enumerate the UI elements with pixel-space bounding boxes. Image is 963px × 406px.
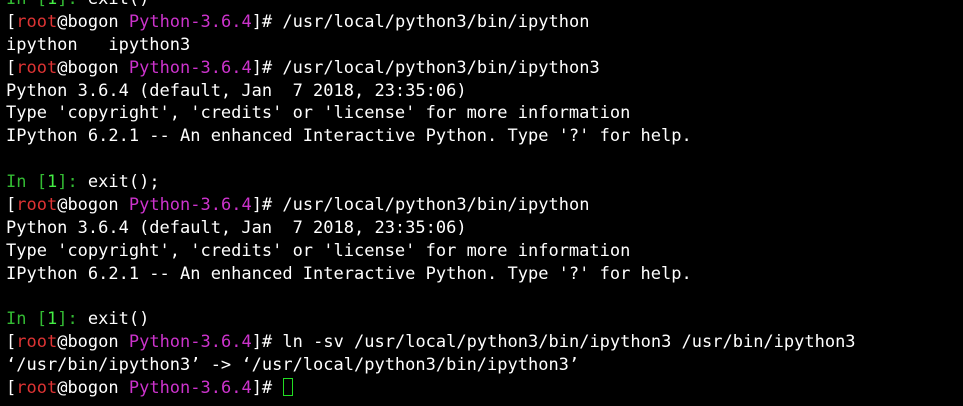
terminal-text-user: root	[16, 332, 58, 353]
terminal-text-text: ‘/usr/bin/ipython3’ -> ‘/usr/local/pytho…	[6, 355, 580, 376]
terminal-text-in_number: 1	[47, 0, 57, 9]
terminal-text-text: Type 'copyright', 'credits' or 'license'…	[6, 103, 631, 124]
terminal-text-path: Python-3.6.4	[128, 378, 252, 399]
terminal-text-user: root	[16, 11, 58, 32]
terminal-text-text: @bogon	[57, 195, 129, 216]
shell-prompt-line: [root@bogon Python-3.6.4]# /usr/local/py…	[6, 11, 963, 34]
terminal-text-text: @bogon	[57, 332, 129, 353]
terminal-text-user: root	[16, 57, 58, 78]
terminal-text-text: ]#	[251, 378, 283, 399]
terminal-text-text: ]# /usr/local/python3/bin/ipython	[251, 11, 590, 32]
ipython-prompt-line: In [1]: exit()	[6, 308, 963, 331]
terminal-text-in_number: 1	[46, 172, 58, 193]
output-line: Python 3.6.4 (default, Jan 7 2018, 23:35…	[6, 217, 963, 240]
terminal-text-text: Type 'copyright', 'credits' or 'license'…	[6, 240, 631, 261]
terminal-text-text: ipython ipython3	[6, 34, 191, 55]
terminal-text-text: exit()	[87, 309, 150, 330]
terminal-text-path: Python-3.6.4	[128, 11, 252, 32]
terminal-text-path: Python-3.6.4	[128, 332, 252, 353]
terminal-text-in_prompt: In [	[6, 309, 47, 330]
terminal-text-in_number: 1	[46, 309, 58, 330]
output-line: ‘/usr/bin/ipython3’ -> ‘/usr/local/pytho…	[6, 354, 963, 377]
terminal-text-text: [	[6, 57, 17, 78]
terminal-text-text: ]# /usr/local/python3/bin/ipython3	[251, 57, 600, 78]
terminal-text-text: [	[6, 195, 17, 216]
ipython-prompt-line: In [1]: exit()	[6, 0, 963, 11]
terminal-text-in_prompt: In [	[6, 172, 47, 193]
shell-prompt-line: [root@bogon Python-3.6.4]# /usr/local/py…	[6, 57, 963, 80]
terminal-text-text: Python 3.6.4 (default, Jan 7 2018, 23:35…	[6, 217, 467, 238]
terminal-text-text: IPython 6.2.1 -- An enhanced Interactive…	[6, 126, 692, 147]
terminal-text-text: exit()	[88, 0, 149, 9]
terminal-text-path: Python-3.6.4	[128, 195, 252, 216]
shell-prompt-line: [root@bogon Python-3.6.4]# ln -sv /usr/l…	[6, 331, 963, 354]
terminal-text-text: [	[6, 332, 17, 353]
output-line: Python 3.6.4 (default, Jan 7 2018, 23:35…	[6, 80, 963, 103]
terminal-text-in_prompt: ]:	[57, 309, 88, 330]
shell-prompt-line: [root@bogon Python-3.6.4]# /usr/local/py…	[6, 194, 963, 217]
output-line: IPython 6.2.1 -- An enhanced Interactive…	[6, 125, 963, 148]
terminal-text-in_prompt: In [	[6, 0, 47, 9]
text-cursor[interactable]	[283, 378, 294, 397]
terminal-text-text: ]# ln -sv /usr/local/python3/bin/ipython…	[251, 332, 856, 353]
output-line: Type 'copyright', 'credits' or 'license'…	[6, 102, 963, 125]
terminal-text-text: exit();	[87, 172, 160, 193]
terminal-text-user: root	[16, 195, 58, 216]
terminal-text-text: [	[6, 378, 17, 399]
active-prompt-line: [root@bogon Python-3.6.4]#	[6, 377, 963, 400]
terminal-window[interactable]: In [1]: exit()[root@bogon Python-3.6.4]#…	[6, 0, 963, 400]
terminal-text-text: @bogon	[57, 57, 129, 78]
output-line: IPython 6.2.1 -- An enhanced Interactive…	[6, 263, 963, 286]
terminal-text-path: Python-3.6.4	[128, 57, 252, 78]
ipython-prompt-line: In [1]: exit();	[6, 171, 963, 194]
terminal-text-in_prompt: ]:	[57, 172, 88, 193]
terminal-text-text: [	[6, 11, 17, 32]
terminal-text-text: Python 3.6.4 (default, Jan 7 2018, 23:35…	[6, 80, 467, 101]
terminal-text-text: @bogon	[57, 11, 129, 32]
terminal-text-text: @bogon	[57, 378, 129, 399]
output-line: Type 'copyright', 'credits' or 'license'…	[6, 240, 963, 263]
output-line: ipython ipython3	[6, 34, 963, 57]
terminal-text-in_prompt: ]:	[57, 0, 88, 9]
terminal-text-user: root	[16, 378, 58, 399]
terminal-text-text: IPython 6.2.1 -- An enhanced Interactive…	[6, 263, 692, 284]
terminal-text-text: ]# /usr/local/python3/bin/ipython	[251, 195, 590, 216]
